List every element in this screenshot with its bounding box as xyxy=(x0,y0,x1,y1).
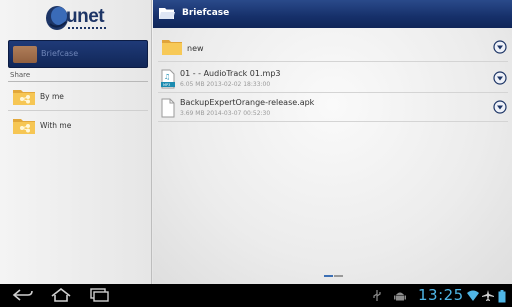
recent-apps-icon[interactable] xyxy=(88,288,110,302)
briefcase-icon xyxy=(13,46,37,63)
list-item[interactable]: BackupExpertOrange-release.apk 3.69 MB 2… xyxy=(158,94,508,122)
page-title: Briefcase xyxy=(182,8,230,18)
mp3-file-icon: ♫ MP3 xyxy=(161,69,175,89)
status-time: 13:25 xyxy=(418,286,464,304)
sidebar-item-shared-by-me[interactable]: By me xyxy=(8,83,148,111)
sidebar-item-briefcase[interactable]: Briefcase xyxy=(8,40,148,68)
sidebar: unet Briefcase Share By me With me xyxy=(0,0,152,284)
sidebar-item-shared-with-me[interactable]: With me xyxy=(8,112,148,140)
item-menu-button[interactable] xyxy=(493,40,507,54)
wifi-icon xyxy=(467,290,479,301)
unet-logo: unet xyxy=(44,4,124,36)
list-item[interactable]: ♫ MP3 01 - - AudioTrack 01.mp3 6.05 MB 2… xyxy=(158,65,508,93)
folder-open-icon xyxy=(159,8,175,19)
page-indicator-active xyxy=(324,275,333,277)
svg-text:MP3: MP3 xyxy=(163,83,170,87)
sidebar-item-label: By me xyxy=(40,92,64,101)
svg-text:♫: ♫ xyxy=(164,73,170,81)
shared-folder-icon xyxy=(13,119,35,134)
item-menu-button[interactable] xyxy=(493,71,507,85)
logo-text: unet xyxy=(66,6,105,27)
system-bar: 13:25 xyxy=(0,284,512,307)
folder-icon xyxy=(162,40,182,55)
usb-icon xyxy=(373,290,381,301)
page-indicator xyxy=(324,275,344,277)
action-bar: Briefcase xyxy=(153,0,512,28)
home-icon[interactable] xyxy=(50,288,72,302)
page-indicator-inactive xyxy=(334,275,343,277)
file-name: BackupExpertOrange-release.apk xyxy=(180,98,315,107)
document-icon xyxy=(161,98,175,118)
app-window: unet Briefcase Share By me With me Brief… xyxy=(0,0,512,284)
logo-tagline xyxy=(68,27,106,29)
sidebar-item-label: With me xyxy=(40,121,72,130)
share-section-header: Share xyxy=(10,71,31,79)
airplane-mode-icon xyxy=(482,290,494,301)
file-name: new xyxy=(187,44,204,53)
file-meta: 3.69 MB 2014-03-07 00:52:30 xyxy=(180,110,271,117)
share-divider xyxy=(8,81,148,82)
android-debug-icon xyxy=(394,292,406,301)
sidebar-item-label: Briefcase xyxy=(41,49,79,58)
file-list: new ♫ MP3 01 - - AudioTrack 01.mp3 6.05 … xyxy=(153,28,512,284)
back-icon[interactable] xyxy=(12,288,34,302)
item-menu-button[interactable] xyxy=(493,100,507,114)
file-meta: 6.05 MB 2013-02-02 18:33:00 xyxy=(180,81,271,88)
battery-icon xyxy=(498,290,506,303)
list-item[interactable]: new xyxy=(158,34,508,62)
shared-folder-icon xyxy=(13,90,35,105)
file-name: 01 - - AudioTrack 01.mp3 xyxy=(180,69,281,78)
